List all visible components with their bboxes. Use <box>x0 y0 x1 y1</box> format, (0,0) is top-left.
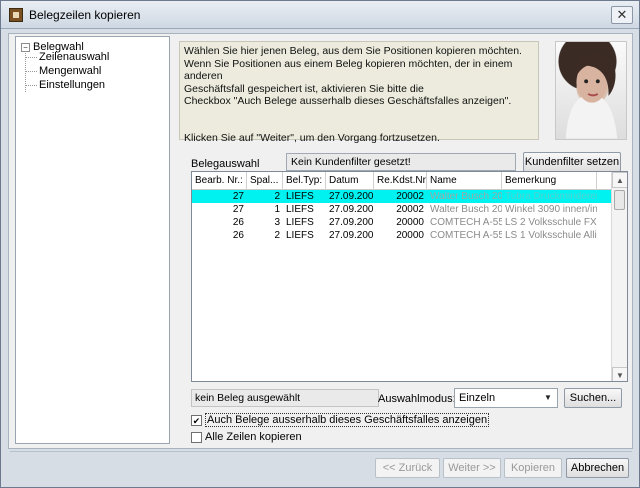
cell-datum: 27.09.2007 <box>329 204 374 215</box>
cell-name: Walter Busch 2000 <box>430 191 502 202</box>
cell-bel-typ: LIEFS <box>286 204 314 215</box>
scroll-down-arrow-icon[interactable]: ▼ <box>612 367 627 381</box>
cell-name: COMTECH A-5524 <box>430 230 502 241</box>
table-row[interactable]: 27 1 LIEFS 27.09.2007 20002 Walter Busch… <box>192 203 612 216</box>
column-header-bel-typ[interactable]: Bel.Typ: <box>283 172 326 190</box>
tree-item-einstellungen[interactable]: Einstellungen <box>39 79 105 91</box>
window-title: Belegzeilen kopieren <box>29 8 141 22</box>
cell-datum: 27.09.2007 <box>329 230 374 241</box>
search-button[interactable]: Suchen... <box>564 388 622 408</box>
cell-spal: 1 <box>274 204 280 215</box>
cell-spal: 3 <box>274 217 280 228</box>
cell-kdst-nr: 20000 <box>396 230 424 241</box>
column-header-bearb-nr[interactable]: Bearb. Nr.: <box>192 172 247 190</box>
application-icon <box>9 8 23 22</box>
cell-spal: 2 <box>274 230 280 241</box>
cell-bel-typ: LIEFS <box>286 217 314 228</box>
table-row[interactable]: 27 2 LIEFS 27.09.2007 20002 Walter Busch… <box>192 190 612 203</box>
grid-header-row: Bearb. Nr.: Spal... Bel.Typ: Datum Re.Kd… <box>192 172 612 190</box>
outside-case-checkbox-row[interactable]: Auch Belege ausserhalb dieses Geschäftsf… <box>191 413 490 427</box>
set-customer-filter-button[interactable]: Kundenfilter setzen <box>523 152 621 172</box>
copy-all-checkbox-row[interactable]: Alle Zeilen kopieren <box>191 431 302 443</box>
outside-case-checkbox[interactable] <box>191 414 202 426</box>
instruction-line: Wenn Sie Positionen aus einem Beleg kopi… <box>184 57 513 83</box>
cell-kdst-nr: 20000 <box>396 217 424 228</box>
instruction-panel: Wählen Sie hier jenen Beleg, aus dem Sie… <box>179 41 539 144</box>
back-button[interactable]: << Zurück <box>375 458 440 478</box>
cell-bemerkung: Tubra Druckminderer 44 <box>505 191 597 202</box>
column-header-kdst-nr[interactable]: Re.Kdst.Nr <box>374 172 427 190</box>
cell-bearb-nr: 26 <box>232 217 244 228</box>
selection-status: kein Beleg ausgewählt <box>191 389 379 407</box>
outside-case-label[interactable]: Auch Belege ausserhalb dieses Geschäftsf… <box>205 413 490 427</box>
cell-bearb-nr: 27 <box>232 204 244 215</box>
tree-connector-branch <box>26 85 37 86</box>
instruction-line: Geschäftsfall gespeichert ist, aktiviere… <box>184 82 424 95</box>
dialog-body: − Belegwahl Zeilenauswahl Mengenwahl Ein… <box>8 33 633 449</box>
instruction-spacer <box>184 108 534 132</box>
cell-datum: 27.09.2007 <box>329 191 374 202</box>
cell-bemerkung: LS 1 Volksschule Allibe <box>505 230 597 241</box>
tree-item-zeilenauswahl[interactable]: Zeilenauswahl <box>39 51 109 63</box>
dropdown-arrow-icon[interactable]: ▼ <box>541 391 555 405</box>
cell-kdst-nr: 20002 <box>396 191 424 202</box>
cell-bearb-nr: 27 <box>232 191 244 202</box>
cell-datum: 27.09.2007 <box>329 217 374 228</box>
copy-lines-dialog: Belegzeilen kopieren ✕ − Belegwahl Zeile… <box>0 0 640 488</box>
cell-bemerkung: Winkel 3090 innen/inne <box>505 204 597 215</box>
instruction-line: Wählen Sie hier jenen Beleg, aus dem Sie… <box>184 45 522 57</box>
cell-spal: 2 <box>274 191 280 202</box>
selection-mode-value: Einzeln <box>459 392 496 404</box>
column-header-bemerkung[interactable]: Bemerkung <box>502 172 597 190</box>
selection-mode-label: Auswahlmodus: <box>378 393 456 405</box>
document-grid[interactable]: Bearb. Nr.: Spal... Bel.Typ: Datum Re.Kd… <box>191 171 628 382</box>
footer-separator <box>10 451 632 452</box>
vertical-scrollbar[interactable]: ▲ ▼ <box>611 172 627 381</box>
next-button[interactable]: Weiter >> <box>443 458 501 478</box>
tree-connector-branch <box>26 71 37 72</box>
copy-all-checkbox[interactable] <box>191 431 202 443</box>
wizard-content: Wählen Sie hier jenen Beleg, aus dem Sie… <box>179 41 628 446</box>
instruction-footer: Klicken Sie auf "Weiter", um den Vorgang… <box>184 131 440 144</box>
instruction-line: Checkbox "Auch Belege ausserhalb dieses … <box>184 95 512 107</box>
cell-name: COMTECH A-5524 <box>430 217 502 228</box>
table-row[interactable]: 26 2 LIEFS 27.09.2007 20000 COMTECH A-55… <box>192 229 612 242</box>
copy-all-label[interactable]: Alle Zeilen kopieren <box>205 431 302 443</box>
tree-item-mengenwahl[interactable]: Mengenwahl <box>39 65 101 77</box>
scroll-up-arrow-icon[interactable]: ▲ <box>612 172 627 188</box>
selection-mode-select[interactable]: Einzeln ▼ <box>454 388 558 408</box>
cell-bemerkung: LS 2 Volksschule FX20 <box>505 217 597 228</box>
cancel-button[interactable]: Abbrechen <box>566 458 629 478</box>
cell-bearb-nr: 26 <box>232 230 244 241</box>
cell-kdst-nr: 20002 <box>396 204 424 215</box>
cell-name: Walter Busch 2000 <box>430 204 502 215</box>
cell-bel-typ: LIEFS <box>286 230 314 241</box>
column-header-spal[interactable]: Spal... <box>247 172 283 190</box>
belegauswahl-label: Belegauswahl <box>191 158 260 170</box>
cell-bel-typ: LIEFS <box>286 191 314 202</box>
customer-filter-status: Kein Kundenfilter gesetzt! <box>286 153 516 171</box>
navigation-tree: − Belegwahl Zeilenauswahl Mengenwahl Ein… <box>15 36 170 444</box>
tree-connector-branch <box>26 57 37 58</box>
table-row[interactable]: 26 3 LIEFS 27.09.2007 20000 COMTECH A-55… <box>192 216 612 229</box>
column-header-datum[interactable]: Datum <box>326 172 374 190</box>
copy-button[interactable]: Kopieren <box>504 458 562 478</box>
column-header-name[interactable]: Name <box>427 172 502 190</box>
close-button[interactable]: ✕ <box>611 6 633 24</box>
title-bar[interactable]: Belegzeilen kopieren ✕ <box>1 1 639 29</box>
assistant-photo <box>555 41 627 140</box>
scroll-thumb[interactable] <box>614 190 625 210</box>
